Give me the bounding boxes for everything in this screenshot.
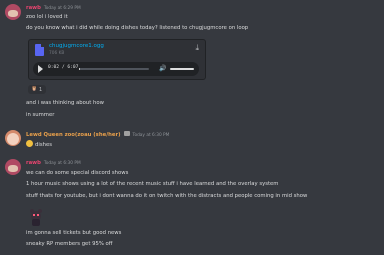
- message-text-line: dishes: [26, 140, 52, 148]
- bear-sticker[interactable]: [28, 209, 44, 226]
- message-text: we can do some special discord shows: [26, 170, 129, 176]
- message-text: 1 hour music shows using a lot of the re…: [26, 181, 279, 187]
- volume-slider[interactable]: [170, 68, 194, 70]
- message-text: in summer: [26, 112, 55, 118]
- timestamp: Today at 6:30 PM: [43, 161, 81, 166]
- timestamp: Today at 6:29 PM: [43, 6, 81, 11]
- message-header: rawb Today at 6:29 PM: [26, 5, 81, 11]
- volume-icon[interactable]: 🔊: [159, 65, 166, 72]
- message-text: im gonna sell tickets but good news: [26, 230, 122, 236]
- download-icon[interactable]: ⤓: [195, 43, 199, 53]
- reaction-pill[interactable]: 🦉 1: [28, 85, 46, 94]
- attachment-size: 706 KB: [49, 51, 65, 56]
- timestamp: Today at 6:30 PM: [132, 133, 170, 138]
- message-text: do you know what i did while doing dishe…: [26, 25, 249, 31]
- message-text: stuff thats for youtube, but i dont wann…: [26, 193, 308, 199]
- avatar[interactable]: [5, 4, 21, 20]
- reaction-count: 1: [39, 86, 43, 93]
- emoji-icon: [26, 140, 33, 147]
- message-header: Lewd Queen zoo(zoau (she/her) Today at 6:…: [26, 131, 169, 138]
- sticker-eye: [37, 214, 39, 216]
- author-name[interactable]: rawb: [26, 5, 41, 11]
- playback-time: 0:02 / 6:07: [48, 65, 79, 70]
- play-icon[interactable]: [38, 65, 43, 73]
- audio-attachment: chugjugmcore1.ogg 706 KB ⤓ 0:02 / 6:07 🔊: [28, 39, 206, 80]
- message-text: and i was thinking about how: [26, 100, 104, 106]
- avatar[interactable]: [5, 159, 21, 175]
- attachment-filename[interactable]: chugjugmcore1.ogg: [49, 43, 104, 49]
- sticker-eye: [33, 214, 35, 216]
- author-name[interactable]: rawb: [26, 160, 41, 166]
- progress-track[interactable]: [79, 68, 149, 70]
- message-text: dishes: [35, 142, 52, 148]
- sticker-body: [32, 219, 40, 226]
- progress-fill: [79, 68, 80, 70]
- file-icon: [35, 44, 44, 56]
- avatar[interactable]: [5, 130, 21, 146]
- message-text: sneaky RP members get 95% off: [26, 241, 113, 247]
- audio-player: 0:02 / 6:07 🔊: [33, 62, 199, 76]
- message-text: zoo lol i loved it: [26, 14, 68, 20]
- author-name[interactable]: Lewd Queen zoo(zoau (she/her): [26, 132, 121, 138]
- message-header: rawb Today at 6:30 PM: [26, 160, 81, 166]
- emoji-icon: 🦉: [31, 86, 38, 92]
- badge-icon: [123, 131, 130, 136]
